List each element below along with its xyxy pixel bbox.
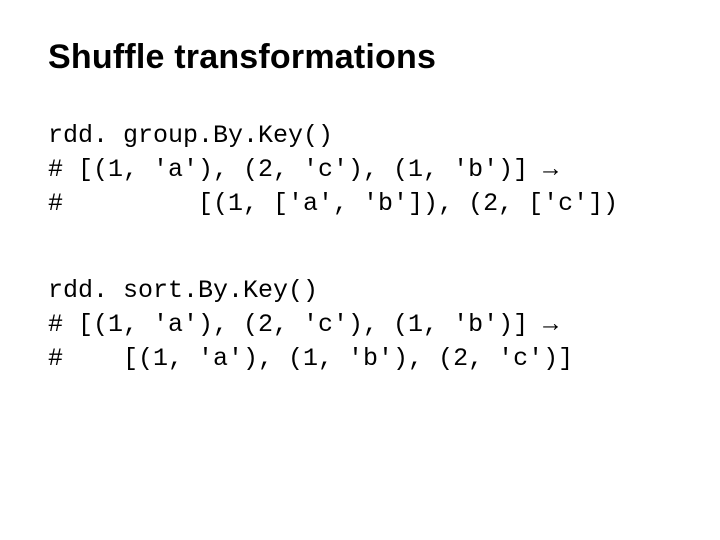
code-line: # [(1, 'a'), (1, 'b'), (2, 'c')] bbox=[48, 344, 573, 373]
code-line: rdd. group.By.Key() bbox=[48, 121, 333, 150]
code-block-groupbykey: rdd. group.By.Key() # [(1, 'a'), (2, 'c'… bbox=[48, 119, 672, 220]
code-line: # [(1, 'a'), (2, 'c'), (1, 'b')] → bbox=[48, 155, 558, 184]
code-line: # [(1, ['a', 'b']), (2, ['c']) bbox=[48, 189, 618, 218]
code-block-sortbykey: rdd. sort.By.Key() # [(1, 'a'), (2, 'c')… bbox=[48, 274, 672, 375]
code-line: rdd. sort.By.Key() bbox=[48, 276, 318, 305]
code-line: # [(1, 'a'), (2, 'c'), (1, 'b')] → bbox=[48, 310, 558, 339]
slide: Shuffle transformations rdd. group.By.Ke… bbox=[0, 0, 720, 376]
slide-title: Shuffle transformations bbox=[48, 38, 672, 77]
